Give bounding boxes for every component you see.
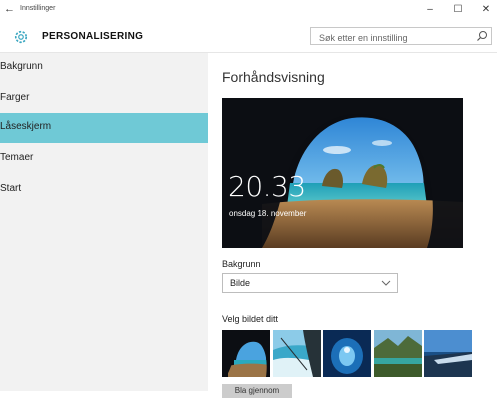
sidebar-item-laseskjerm[interactable]: Låseskjerm xyxy=(0,113,208,143)
chevron-down-icon xyxy=(381,280,391,286)
window-title: Innstillinger xyxy=(20,5,56,12)
sidebar: Bakgrunn Farger Låseskjerm Temaer Start xyxy=(0,53,208,391)
minimize-button[interactable]: – xyxy=(420,2,440,18)
sidebar-item-label: Farger xyxy=(0,92,30,103)
picture-thumbnail-2[interactable] xyxy=(273,330,321,377)
picture-thumbnail-4[interactable] xyxy=(374,330,422,377)
browse-button[interactable]: Bla gjennom xyxy=(222,384,292,398)
search-icon[interactable] xyxy=(476,30,488,42)
sidebar-item-label: Start xyxy=(0,183,22,194)
sidebar-item-label: Låseskjerm xyxy=(0,121,52,132)
preview-date: onsdag 18. november xyxy=(229,209,307,218)
background-label: Bakgrunn xyxy=(222,259,261,269)
background-selected-value: Bilde xyxy=(230,278,251,288)
background-dropdown[interactable]: Bilde xyxy=(222,273,398,293)
search-box[interactable] xyxy=(310,27,492,46)
sidebar-item-start[interactable]: Start xyxy=(0,175,208,205)
page-title: PERSONALISERING xyxy=(42,31,144,42)
sidebar-item-farger[interactable]: Farger xyxy=(0,84,208,114)
close-button[interactable]: ✕ xyxy=(476,2,496,18)
sidebar-item-label: Temaer xyxy=(0,152,34,163)
sidebar-item-bakgrunn[interactable]: Bakgrunn xyxy=(0,53,208,83)
preview-clock: 20.33 xyxy=(228,170,306,203)
sidebar-item-label: Bakgrunn xyxy=(0,61,43,72)
lock-screen-preview: 20.33 onsdag 18. november xyxy=(222,98,463,248)
search-input[interactable] xyxy=(311,30,469,46)
picture-thumbnail-5[interactable] xyxy=(424,330,472,377)
maximize-button[interactable]: ☐ xyxy=(448,2,468,18)
title-bar: ← Innstillinger – ☐ ✕ xyxy=(0,0,497,22)
gear-icon xyxy=(14,30,28,44)
sidebar-item-temaer[interactable]: Temaer xyxy=(0,144,208,174)
back-button[interactable]: ← xyxy=(4,3,15,15)
choose-picture-label: Velg bildet ditt xyxy=(222,314,279,324)
preview-heading: Forhåndsvisning xyxy=(222,69,325,85)
main-content: Forhåndsvisning 20.33 onsdag 18. novembe… xyxy=(208,53,497,398)
settings-header: PERSONALISERING xyxy=(0,22,497,53)
picture-thumbnail-3[interactable] xyxy=(323,330,371,377)
picture-thumbnail-1[interactable] xyxy=(222,330,270,377)
